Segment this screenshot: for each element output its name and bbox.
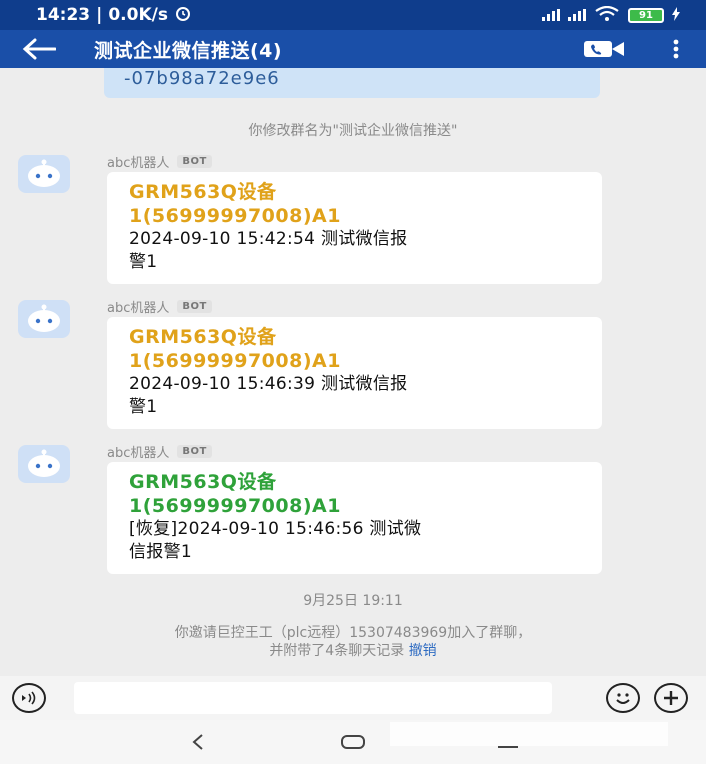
add-icon[interactable]	[654, 683, 688, 713]
bot-badge: BOT	[177, 155, 212, 168]
invite-notice-text: 并附带了4条聊天记录	[269, 643, 405, 659]
device-id: 1(56999997008)A1	[129, 495, 341, 517]
emoji-icon[interactable]	[606, 683, 640, 713]
charging-icon	[672, 6, 680, 24]
wifi-icon	[594, 5, 620, 25]
sender-row: abc机器人 BOT	[107, 152, 212, 171]
alarm-detail-cont: 警1	[129, 397, 158, 417]
separator: |	[96, 5, 103, 25]
back-arrow-icon[interactable]	[22, 34, 62, 64]
previous-message-text: -07b98a72e9e6	[124, 68, 280, 89]
status-left: 14:23 | 0.0K/s	[36, 4, 192, 27]
device-name: GRM563Q设备	[129, 326, 277, 348]
previous-message-bubble[interactable]: -07b98a72e9e6	[104, 68, 600, 98]
voice-input-icon[interactable]	[12, 683, 46, 713]
status-bar: 14:23 | 0.0K/s 91	[0, 0, 706, 30]
nav-back-icon[interactable]	[178, 727, 218, 757]
clock: 14:23	[36, 5, 91, 25]
video-call-icon[interactable]	[582, 37, 626, 61]
alarm-detail: 2024-09-10 15:42:54 测试微信报	[129, 229, 408, 249]
rename-notice: 你修改群名为"测试企业微信推送"	[248, 123, 458, 139]
message-bubble[interactable]: GRM563Q设备 1(56999997008)A1 [恢复]2024-09-1…	[107, 462, 602, 574]
more-vertical-icon[interactable]	[666, 37, 686, 61]
nav-home-icon[interactable]	[333, 727, 373, 757]
device-id: 1(56999997008)A1	[129, 205, 341, 227]
message-input[interactable]	[74, 682, 552, 714]
sender-name: abc机器人	[107, 446, 170, 461]
invite-notice-cont: 并附带了4条聊天记录 撤销	[0, 640, 706, 660]
date-divider: 9月25日 19:11	[303, 593, 403, 609]
status-right: 91	[542, 5, 680, 25]
sender-row: abc机器人 BOT	[107, 297, 212, 316]
bot-avatar[interactable]	[18, 445, 70, 483]
device-name: GRM563Q设备	[129, 471, 277, 493]
alarm-detail-cont: 警1	[129, 252, 158, 272]
chat-title: 测试企业微信推送(4)	[94, 39, 283, 62]
signal-icon-2	[568, 9, 586, 21]
message-bubble[interactable]: GRM563Q设备 1(56999997008)A1 2024-09-10 15…	[107, 172, 602, 284]
bot-badge: BOT	[177, 445, 212, 458]
bot-avatar[interactable]	[18, 155, 70, 193]
sender-name: abc机器人	[107, 301, 170, 316]
alarm-detail: 2024-09-10 15:46:39 测试微信报	[129, 374, 408, 394]
device-id: 1(56999997008)A1	[129, 350, 341, 372]
device-name: GRM563Q设备	[129, 181, 277, 203]
battery-icon: 91	[628, 7, 664, 23]
sender-name: abc机器人	[107, 156, 170, 171]
chat-area[interactable]: -07b98a72e9e6 你修改群名为"测试企业微信推送" abc机器人 BO…	[0, 68, 706, 664]
bot-badge: BOT	[177, 300, 212, 313]
sender-row: abc机器人 BOT	[107, 442, 212, 461]
recovery-detail-cont: 信报警1	[129, 542, 193, 562]
invite-notice: 你邀请巨控王工（plc远程）15307483969加入了群聊，	[174, 625, 532, 641]
chat-header: 测试企业微信推送(4)	[0, 30, 706, 68]
signal-icon	[542, 9, 560, 21]
undo-link[interactable]: 撤销	[409, 643, 437, 659]
network-speed: 0.0K/s	[108, 5, 168, 25]
bot-avatar[interactable]	[18, 300, 70, 338]
input-bar	[0, 676, 706, 720]
recovery-detail: [恢复]2024-09-10 15:46:56 测试微	[129, 519, 422, 539]
alarm-icon	[174, 4, 192, 27]
message-bubble[interactable]: GRM563Q设备 1(56999997008)A1 2024-09-10 15…	[107, 317, 602, 429]
watermark-overlay	[390, 722, 668, 746]
